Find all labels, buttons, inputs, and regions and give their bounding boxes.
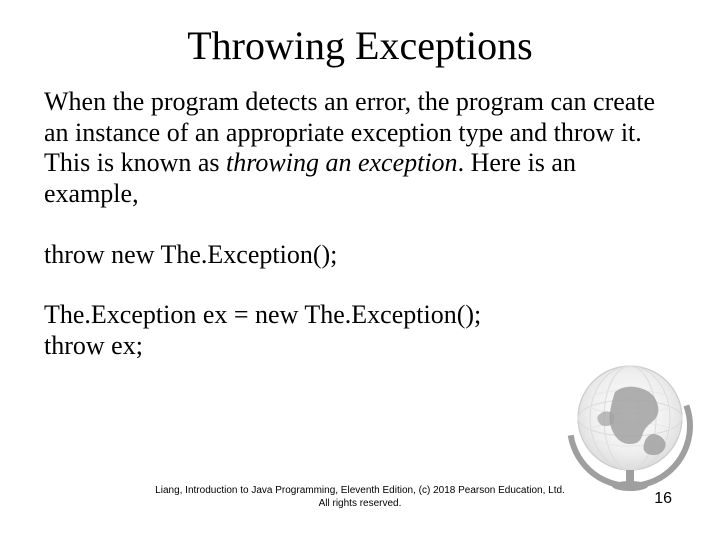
page-number: 16 xyxy=(654,490,672,508)
footer: Liang, Introduction to Java Programming,… xyxy=(0,485,720,510)
footer-line-1: Liang, Introduction to Java Programming,… xyxy=(0,485,720,498)
slide-body: When the program detects an error, the p… xyxy=(0,87,720,362)
code2-line1: The.Exception ex = new The.Exception(); xyxy=(44,300,481,329)
code2-line2: throw ex; xyxy=(44,331,143,360)
slide-title: Throwing Exceptions xyxy=(0,0,720,87)
footer-line-2: All rights reserved. xyxy=(0,498,720,511)
globe-icon xyxy=(560,352,700,492)
intro-text-italic: throwing an exception xyxy=(226,148,458,177)
code-example-1: throw new The.Exception(); xyxy=(44,240,676,271)
slide: Throwing Exceptions When the program det… xyxy=(0,0,720,540)
intro-paragraph: When the program detects an error, the p… xyxy=(44,87,676,210)
